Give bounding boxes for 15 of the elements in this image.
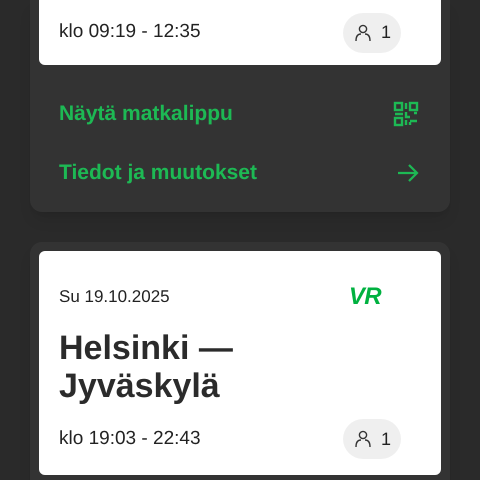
trip-date: Su 19.10.2025 <box>59 286 170 308</box>
ticket-card[interactable]: Su 19.10.2025 VR Helsinki — Jyväskylä klo 19:03 - 22:43 1 <box>39 251 441 475</box>
trip-time: klo 09:19 - 12:35 <box>59 20 201 44</box>
action-link[interactable]: Näytä matkalippu <box>39 84 441 143</box>
route-title: Helsinki — Jyväskylä <box>59 329 234 405</box>
action-link[interactable]: Tiedot ja muutokset <box>39 143 441 202</box>
person-icon <box>352 429 373 449</box>
passenger-number: 1 <box>380 428 391 450</box>
arrow-right-icon <box>397 162 419 182</box>
passenger-number: 1 <box>380 21 391 44</box>
ticket-card[interactable]: klo 09:19 - 12:35 1 <box>39 0 441 65</box>
qr-code-icon <box>393 100 419 126</box>
vr-logo: VR <box>348 282 381 312</box>
trip-time: klo 19:03 - 22:43 <box>59 426 201 451</box>
person-icon <box>352 22 373 42</box>
